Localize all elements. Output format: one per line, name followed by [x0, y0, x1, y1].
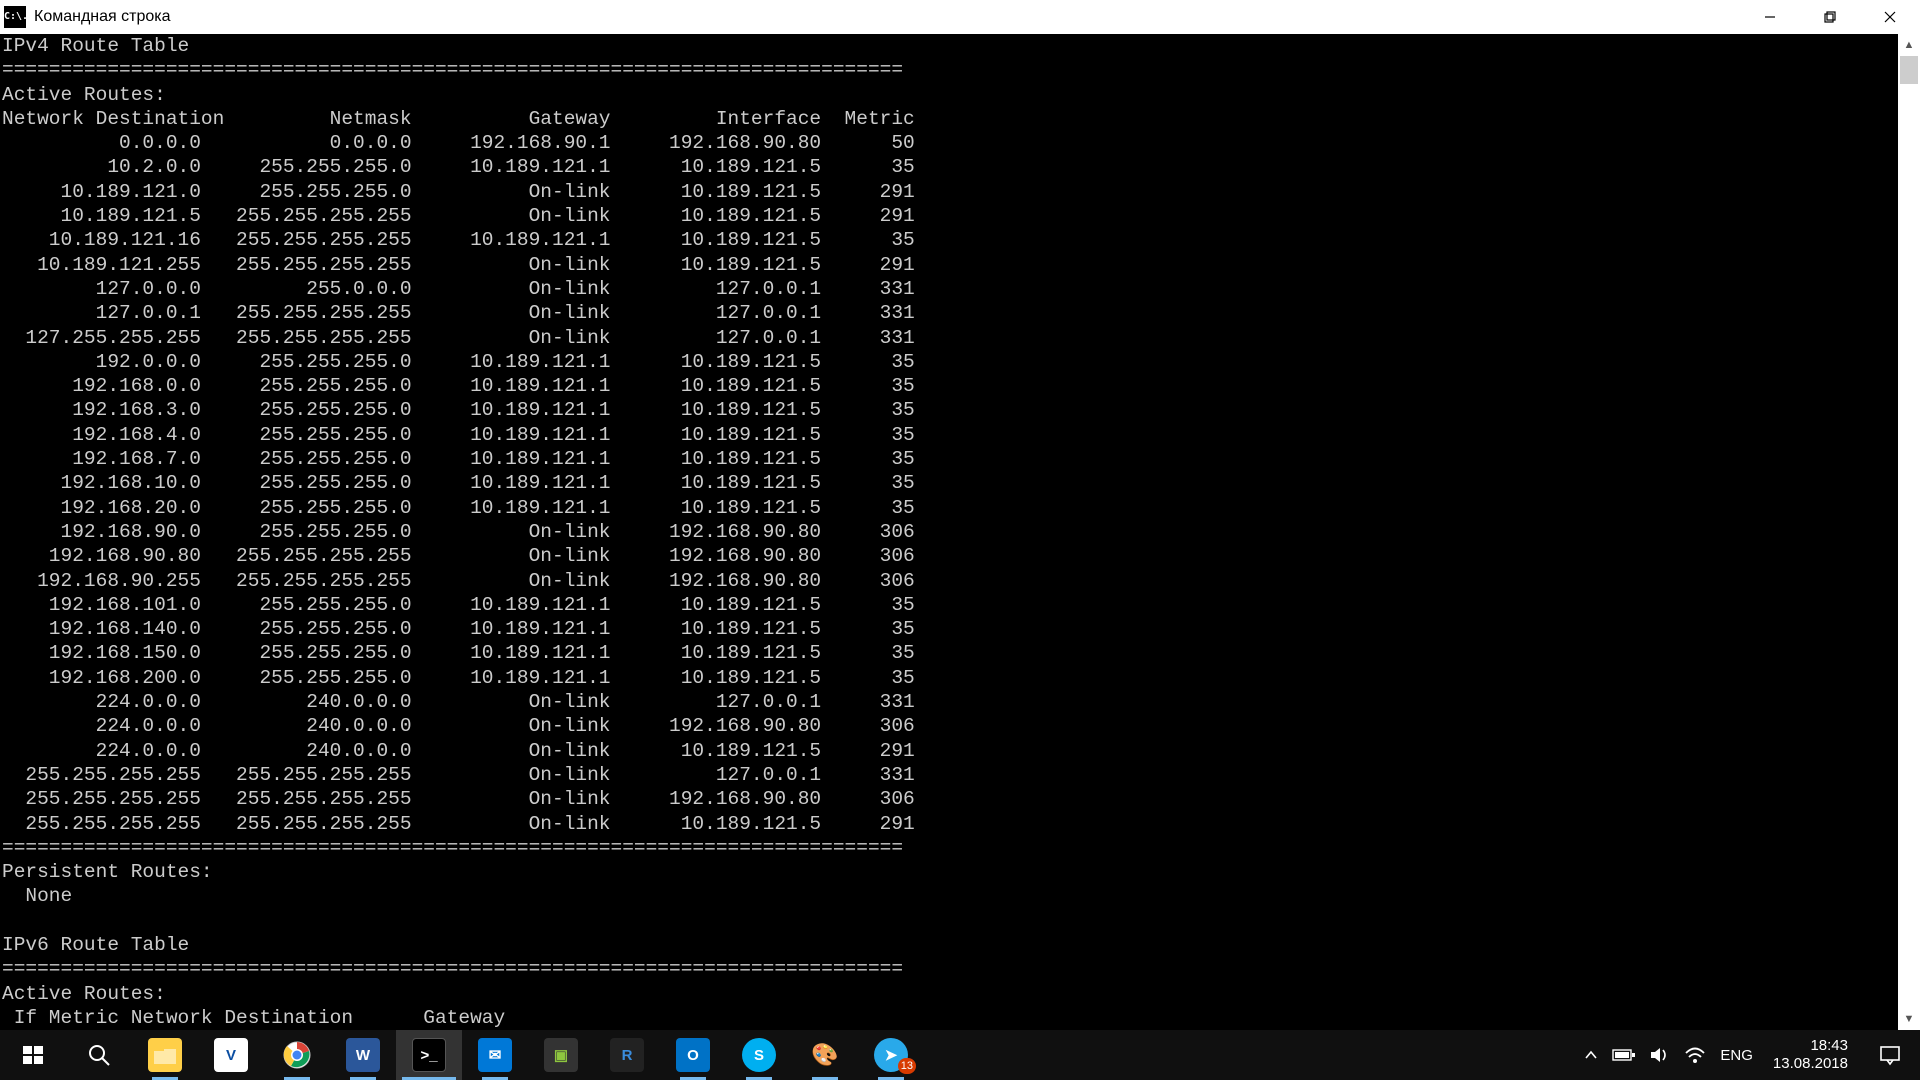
word-button[interactable]: W — [330, 1030, 396, 1080]
telegram-button[interactable]: ➤ 13 — [858, 1030, 924, 1080]
clock[interactable]: 18:43 13.08.2018 — [1761, 1030, 1860, 1080]
skype-button[interactable]: S — [726, 1030, 792, 1080]
cmd-taskbar-icon: >_ — [412, 1038, 446, 1072]
action-center-button[interactable] — [1860, 1030, 1920, 1080]
revit-icon: R — [610, 1038, 644, 1072]
search-icon — [86, 1042, 112, 1068]
notification-icon — [1879, 1044, 1901, 1066]
start-button[interactable] — [0, 1030, 66, 1080]
paint-icon: 🎨 — [808, 1038, 842, 1072]
terminal-output[interactable]: IPv4 Route Table =======================… — [0, 34, 1898, 1030]
wifi-icon[interactable] — [1684, 1046, 1706, 1064]
window-title: Командная строка — [34, 8, 171, 26]
outlook-icon: O — [676, 1038, 710, 1072]
tray-overflow-icon[interactable] — [1584, 1048, 1598, 1062]
scrollbar-track[interactable] — [1898, 56, 1920, 1008]
clock-date: 13.08.2018 — [1773, 1055, 1848, 1073]
word-icon: W — [346, 1038, 380, 1072]
paint-button[interactable]: 🎨 — [792, 1030, 858, 1080]
outlook-button[interactable]: O — [660, 1030, 726, 1080]
battery-icon[interactable] — [1612, 1048, 1636, 1062]
minimize-button[interactable] — [1740, 0, 1800, 34]
mail-icon: ✉ — [478, 1038, 512, 1072]
vnc-icon: V — [214, 1038, 248, 1072]
titlebar[interactable]: C:\. Командная строка — [0, 0, 1920, 34]
windows-logo-icon — [21, 1043, 45, 1067]
mail-button[interactable]: ✉ — [462, 1030, 528, 1080]
scrollbar-thumb[interactable] — [1900, 56, 1918, 84]
file-explorer-icon — [148, 1038, 182, 1072]
vmware-icon: ▣ — [544, 1038, 578, 1072]
taskbar[interactable]: V W >_ ✉ ▣ R O S — [0, 1030, 1920, 1080]
cmd-taskbar-button[interactable]: >_ — [396, 1030, 462, 1080]
chrome-icon — [282, 1040, 312, 1070]
search-button[interactable] — [66, 1030, 132, 1080]
volume-icon[interactable] — [1650, 1046, 1670, 1064]
close-button[interactable] — [1860, 0, 1920, 34]
minimize-icon — [1764, 11, 1776, 23]
language-indicator[interactable]: ENG — [1720, 1047, 1753, 1064]
chrome-button[interactable] — [264, 1030, 330, 1080]
telegram-badge: 13 — [898, 1058, 916, 1074]
scroll-down-arrow-icon[interactable]: ▼ — [1898, 1008, 1920, 1030]
system-tray[interactable]: ENG — [1576, 1030, 1761, 1080]
maximize-button[interactable] — [1800, 0, 1860, 34]
cmd-icon: C:\. — [4, 6, 26, 28]
clock-time: 18:43 — [1810, 1037, 1848, 1055]
vertical-scrollbar[interactable]: ▲ ▼ — [1898, 34, 1920, 1030]
vmware-button[interactable]: ▣ — [528, 1030, 594, 1080]
scroll-up-arrow-icon[interactable]: ▲ — [1898, 34, 1920, 56]
file-explorer-button[interactable] — [132, 1030, 198, 1080]
skype-icon: S — [742, 1038, 776, 1072]
vnc-button[interactable]: V — [198, 1030, 264, 1080]
maximize-icon — [1824, 11, 1836, 23]
revit-button[interactable]: R — [594, 1030, 660, 1080]
close-icon — [1884, 11, 1896, 23]
